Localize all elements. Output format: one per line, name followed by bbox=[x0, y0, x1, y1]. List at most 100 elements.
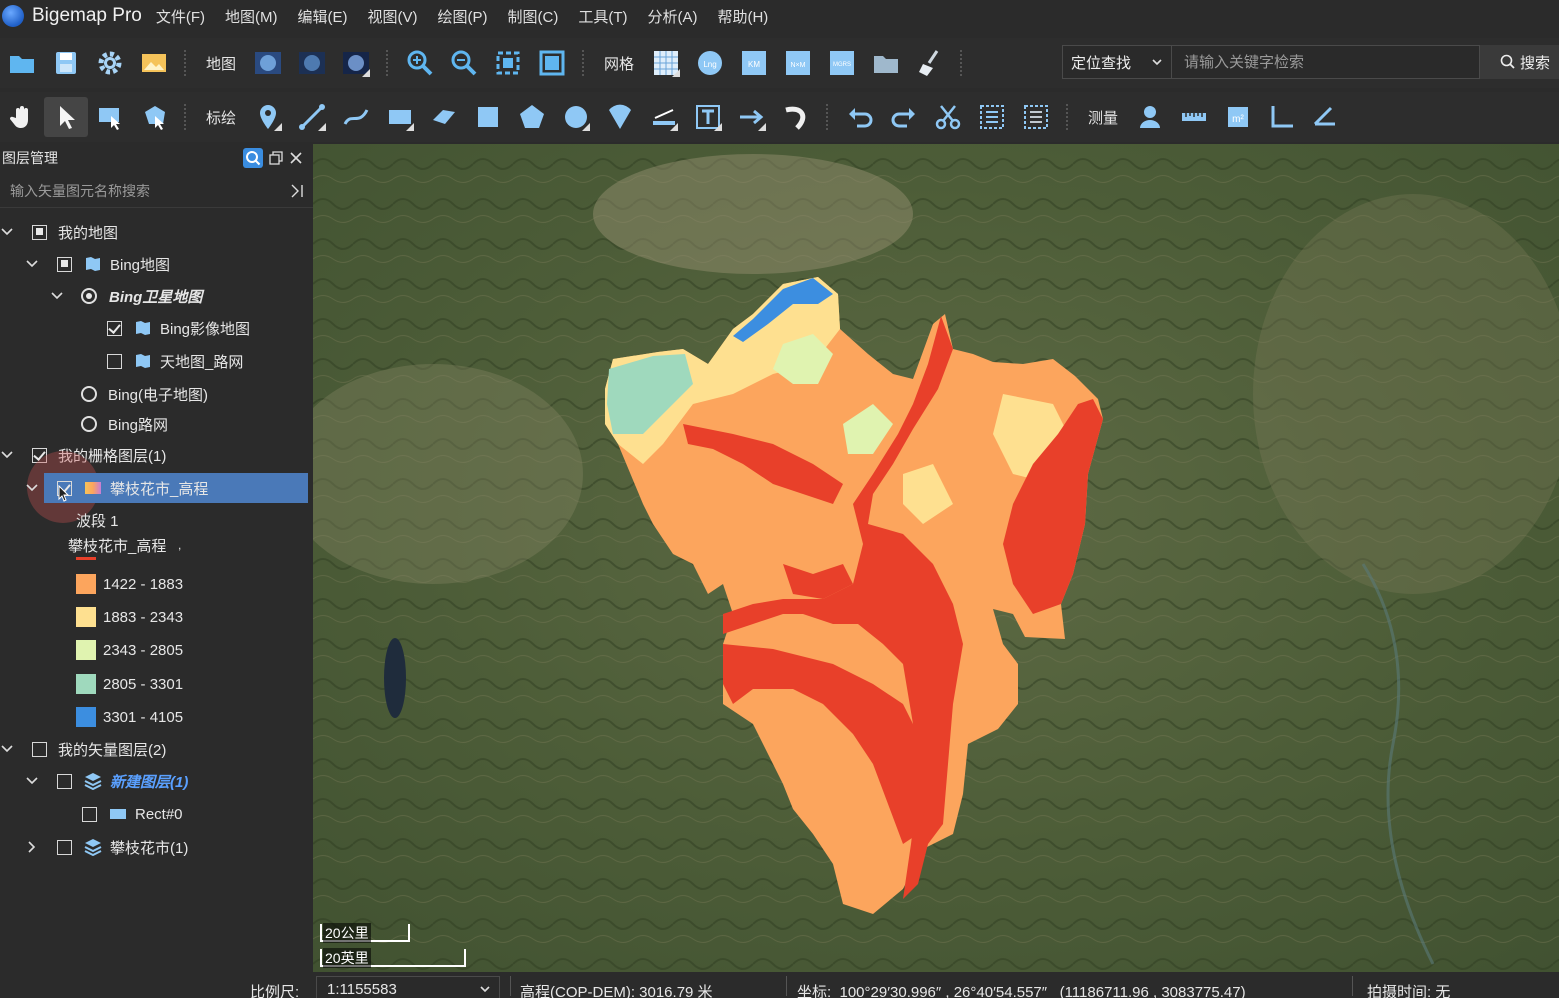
sector-tool-button[interactable] bbox=[598, 97, 642, 137]
redo-button[interactable] bbox=[882, 97, 926, 137]
select-rect-button[interactable] bbox=[88, 97, 132, 137]
tree-row-tianditu-road[interactable]: 天地图_路网 bbox=[0, 346, 313, 376]
menu-analysis[interactable]: 分析(A) bbox=[647, 6, 697, 27]
chevron-down-icon[interactable] bbox=[0, 225, 14, 239]
collapse-arrow-icon[interactable] bbox=[289, 183, 305, 199]
settings-button[interactable] bbox=[88, 43, 132, 83]
checkbox-my-map[interactable] bbox=[32, 224, 47, 240]
checkbox-rect[interactable] bbox=[82, 806, 97, 822]
nm-grid-button[interactable]: N×M bbox=[776, 43, 820, 83]
map-source-3-button[interactable] bbox=[334, 43, 378, 83]
menu-help[interactable]: 帮助(H) bbox=[717, 6, 768, 27]
attribute-list-button[interactable] bbox=[1014, 97, 1058, 137]
map-source-1-button[interactable] bbox=[246, 43, 290, 83]
tree-row-panzhihua[interactable]: 攀枝花市(1) bbox=[0, 832, 313, 862]
chevron-down-icon[interactable] bbox=[25, 257, 39, 271]
chevron-down-icon[interactable] bbox=[50, 289, 64, 303]
square-tool-button[interactable] bbox=[466, 97, 510, 137]
radio-bing-satellite[interactable] bbox=[81, 288, 97, 304]
tree-row-bing-electronic[interactable]: Bing(电子地图) bbox=[0, 379, 313, 409]
pan-tool-button[interactable] bbox=[0, 97, 44, 137]
zoom-out-button[interactable] bbox=[442, 43, 486, 83]
arrow-tool-button[interactable] bbox=[730, 97, 774, 137]
menu-cartography[interactable]: 制图(C) bbox=[508, 6, 559, 27]
radio-bing-road[interactable] bbox=[81, 416, 97, 432]
toolbar-grip[interactable] bbox=[960, 50, 964, 76]
line-tool-button[interactable] bbox=[290, 97, 334, 137]
search-button[interactable]: 搜索 bbox=[1480, 45, 1559, 79]
rectangle-tool-button[interactable] bbox=[378, 97, 422, 137]
toolbar-grip[interactable] bbox=[184, 104, 188, 130]
parallelogram-tool-button[interactable] bbox=[422, 97, 466, 137]
grid-button[interactable] bbox=[644, 43, 688, 83]
select-tool-button[interactable] bbox=[44, 97, 88, 137]
checkbox-new-layer[interactable] bbox=[57, 773, 72, 789]
tree-row-bing-imagery[interactable]: Bing影像地图 bbox=[0, 313, 313, 343]
measure-line-tool-button[interactable] bbox=[642, 97, 686, 137]
layer-search-input[interactable] bbox=[10, 182, 270, 199]
toolbar-grip[interactable] bbox=[184, 50, 188, 76]
curved-arrow-tool-button[interactable] bbox=[774, 97, 818, 137]
km-grid-button[interactable]: KM bbox=[732, 43, 776, 83]
text-tool-button[interactable] bbox=[686, 97, 730, 137]
menu-draw[interactable]: 绘图(P) bbox=[438, 6, 488, 27]
measure-azimuth-button[interactable] bbox=[1304, 97, 1348, 137]
checkbox-vector-layers[interactable] bbox=[32, 741, 47, 757]
tree-row-bing-road[interactable]: Bing路网 bbox=[0, 409, 313, 439]
tree-row-bing[interactable]: Bing地图 bbox=[0, 249, 313, 279]
folder-grid-button[interactable] bbox=[864, 43, 908, 83]
chevron-down-icon[interactable] bbox=[25, 774, 39, 788]
tree-row-new-layer[interactable]: 新建图层(1) bbox=[0, 766, 313, 796]
search-input[interactable] bbox=[1172, 45, 1480, 79]
restore-window-icon[interactable] bbox=[269, 151, 283, 165]
map-canvas[interactable]: 20公里 20英里 bbox=[313, 144, 1559, 972]
tree-row-bing-satellite[interactable]: Bing卫星地图 bbox=[0, 281, 313, 311]
radio-bing-electronic[interactable] bbox=[81, 386, 97, 402]
tree-row-my-map[interactable]: 我的地图 bbox=[0, 217, 313, 247]
checkbox-bing-imagery[interactable] bbox=[107, 320, 122, 336]
zoom-in-button[interactable] bbox=[398, 43, 442, 83]
undo-button[interactable] bbox=[838, 97, 882, 137]
scale-select[interactable]: 1:1155583 bbox=[316, 976, 500, 998]
menu-edit[interactable]: 编辑(E) bbox=[298, 6, 348, 27]
panel-search-icon[interactable] bbox=[243, 148, 263, 168]
full-extent-button[interactable] bbox=[530, 43, 574, 83]
measure-area-button[interactable]: m² bbox=[1216, 97, 1260, 137]
pentagon-tool-button[interactable] bbox=[510, 97, 554, 137]
tree-row-vector-layers[interactable]: 我的矢量图层(2) bbox=[0, 734, 313, 764]
locate-mode-select[interactable]: 定位查找 bbox=[1062, 45, 1172, 79]
toolbar-grip[interactable] bbox=[582, 50, 586, 76]
menu-tools[interactable]: 工具(T) bbox=[578, 6, 627, 27]
toolbar-grip[interactable] bbox=[826, 104, 830, 130]
attribute-table-button[interactable] bbox=[970, 97, 1014, 137]
open-folder-button[interactable] bbox=[0, 43, 44, 83]
menu-map[interactable]: 地图(M) bbox=[225, 6, 278, 27]
measure-point-button[interactable] bbox=[1128, 97, 1172, 137]
cut-button[interactable] bbox=[926, 97, 970, 137]
marker-tool-button[interactable] bbox=[246, 97, 290, 137]
zoom-extent-button[interactable] bbox=[486, 43, 530, 83]
map-source-2-button[interactable] bbox=[290, 43, 334, 83]
close-icon[interactable] bbox=[289, 151, 303, 165]
clear-button[interactable] bbox=[908, 43, 952, 83]
mgrs-grid-button[interactable]: MGRS bbox=[820, 43, 864, 83]
image-button[interactable] bbox=[132, 43, 176, 83]
checkbox-bing[interactable] bbox=[57, 256, 72, 272]
menu-file[interactable]: 文件(F) bbox=[156, 6, 205, 27]
toolbar-grip[interactable] bbox=[386, 50, 390, 76]
menu-view[interactable]: 视图(V) bbox=[368, 6, 418, 27]
circle-tool-button[interactable] bbox=[554, 97, 598, 137]
curve-tool-button[interactable] bbox=[334, 97, 378, 137]
checkbox-tianditu-road[interactable] bbox=[107, 353, 122, 369]
save-button[interactable] bbox=[44, 43, 88, 83]
measure-distance-button[interactable] bbox=[1172, 97, 1216, 137]
chevron-down-icon[interactable] bbox=[0, 448, 14, 462]
chevron-right-icon[interactable] bbox=[25, 840, 39, 854]
checkbox-panzhihua[interactable] bbox=[57, 839, 72, 855]
select-polygon-button[interactable] bbox=[132, 97, 176, 137]
measure-angle-button[interactable] bbox=[1260, 97, 1304, 137]
chevron-down-icon[interactable] bbox=[25, 481, 39, 495]
toolbar-grip[interactable] bbox=[1066, 104, 1070, 130]
lnglat-grid-button[interactable]: Lng bbox=[688, 43, 732, 83]
chevron-down-icon[interactable] bbox=[0, 742, 14, 756]
